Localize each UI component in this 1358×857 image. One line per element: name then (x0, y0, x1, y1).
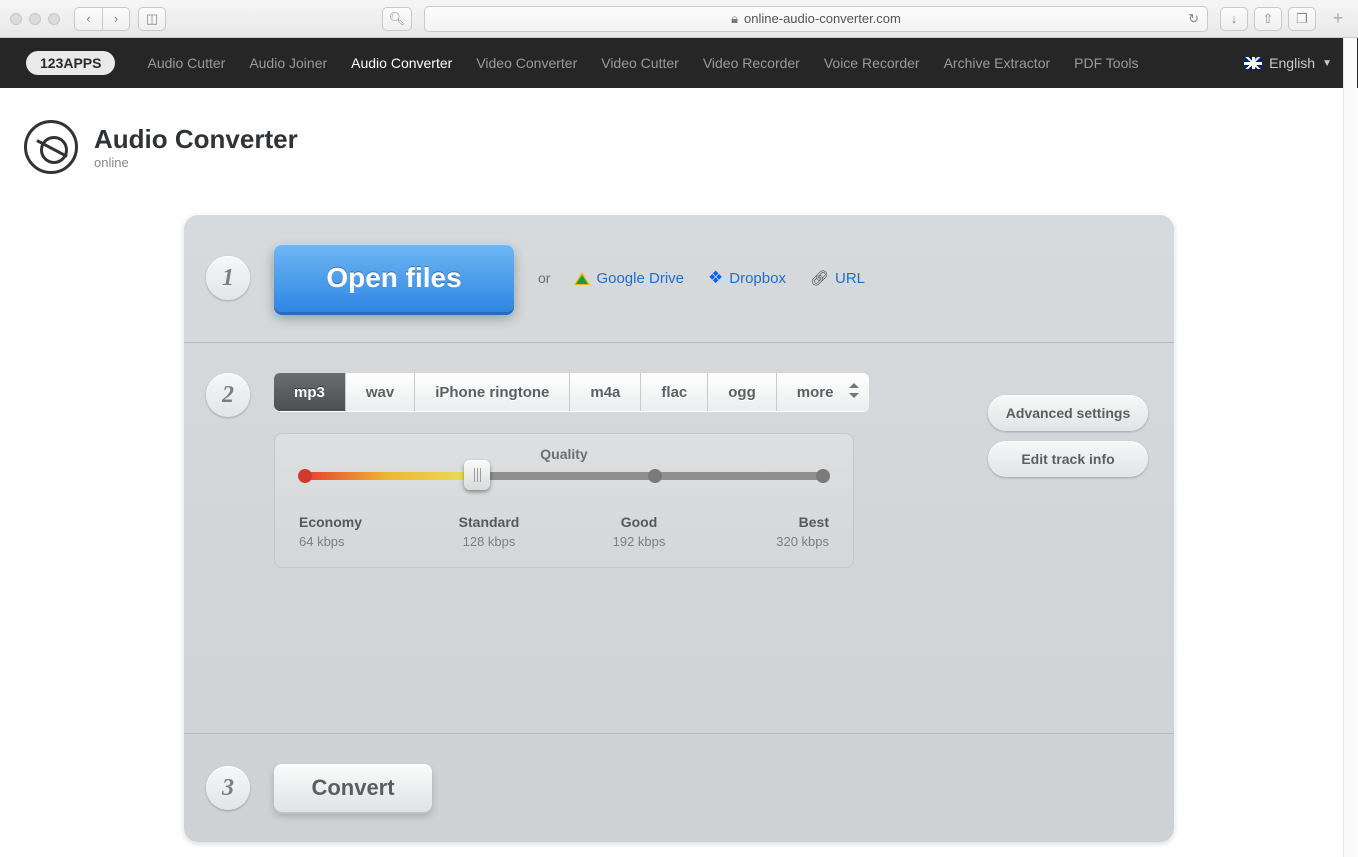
converter-panel: 1 Open files or Google Drive ❖ Dropbox 🔗… (184, 214, 1174, 842)
format-ogg[interactable]: ogg (708, 373, 777, 411)
url-link[interactable]: 🔗︎ URL (810, 269, 865, 287)
tick-best (816, 469, 830, 483)
url-label: URL (835, 270, 865, 287)
format-iphone-ringtone[interactable]: iPhone ringtone (415, 373, 570, 411)
dropbox-link[interactable]: ❖ Dropbox (708, 268, 786, 288)
nav-pdf-tools[interactable]: PDF Tools (1062, 55, 1150, 71)
dropbox-label: Dropbox (729, 270, 786, 287)
format-m4a[interactable]: m4a (570, 373, 641, 411)
app-logo-icon (24, 120, 78, 174)
reload-icon[interactable]: ↻ (1188, 11, 1199, 27)
url-text: online-audio-converter.com (744, 11, 901, 26)
q-sub-standard: 128 kbps (463, 534, 516, 549)
tick-economy (298, 469, 312, 483)
new-tab-button[interactable]: + (1328, 8, 1348, 29)
step-badge-1: 1 (206, 256, 250, 300)
forward-button[interactable]: › (102, 7, 130, 31)
search-button[interactable]: 🔍︎ (382, 7, 412, 31)
google-drive-link[interactable]: Google Drive (574, 270, 684, 287)
q-label-standard: Standard (459, 514, 520, 530)
convert-button[interactable]: Convert (274, 764, 432, 812)
format-flac[interactable]: flac (641, 373, 708, 411)
nav-archive-extractor[interactable]: Archive Extractor (932, 55, 1063, 71)
page-header: Audio Converter online (0, 88, 1358, 174)
traffic-lights (10, 13, 60, 25)
q-label-good: Good (621, 514, 658, 530)
slider-thumb[interactable] (464, 460, 490, 490)
quality-panel: Quality Economy64 kbps Standard128 kbps … (274, 433, 854, 568)
page-subtitle: online (94, 155, 298, 170)
step-2-row: 2 mp3 wav iPhone ringtone m4a flac ogg m… (184, 343, 1174, 733)
address-bar[interactable]: 🔒︎ online-audio-converter.com ↻ (424, 6, 1208, 32)
step-1-row: 1 Open files or Google Drive ❖ Dropbox 🔗… (184, 214, 1174, 342)
site-navbar: 123APPS Audio Cutter Audio Joiner Audio … (0, 38, 1358, 88)
google-drive-icon (574, 272, 590, 285)
nav-video-recorder[interactable]: Video Recorder (691, 55, 812, 71)
step-badge-3: 3 (206, 766, 250, 810)
quality-title: Quality (299, 446, 829, 462)
nav-audio-joiner[interactable]: Audio Joiner (237, 55, 339, 71)
language-label: English (1269, 55, 1315, 71)
sidebar-button[interactable]: ◫ (138, 7, 166, 31)
format-tabs: mp3 wav iPhone ringtone m4a flac ogg mor… (274, 373, 869, 411)
side-actions: Advanced settings Edit track info (988, 395, 1148, 477)
nav-back-forward: ‹ › (74, 7, 130, 31)
q-sub-economy: 64 kbps (299, 534, 345, 549)
nav-voice-recorder[interactable]: Voice Recorder (812, 55, 932, 71)
edit-track-info-button[interactable]: Edit track info (988, 441, 1148, 477)
link-icon: 🔗︎ (810, 269, 829, 287)
chevron-down-icon: ▼ (1322, 58, 1332, 69)
nav-video-cutter[interactable]: Video Cutter (589, 55, 691, 71)
format-more[interactable]: more (777, 373, 870, 411)
step-badge-2: 2 (206, 373, 250, 417)
language-selector[interactable]: English ▼ (1244, 55, 1332, 71)
flag-uk-icon (1244, 57, 1262, 69)
q-sub-best: 320 kbps (776, 534, 829, 549)
or-text: or (538, 270, 550, 286)
brand-pill[interactable]: 123APPS (26, 51, 115, 75)
tabs-button[interactable]: ❐ (1288, 7, 1316, 31)
q-sub-good: 192 kbps (613, 534, 666, 549)
format-wav[interactable]: wav (346, 373, 415, 411)
q-label-best: Best (799, 514, 829, 530)
dropbox-icon: ❖ (708, 268, 723, 288)
zoom-icon[interactable] (48, 13, 60, 25)
format-mp3[interactable]: mp3 (274, 373, 346, 411)
minimize-icon[interactable] (29, 13, 41, 25)
tick-good (648, 469, 662, 483)
q-label-economy: Economy (299, 514, 362, 530)
step-3-row: 3 Convert (184, 734, 1174, 842)
lock-icon: 🔒︎ (731, 11, 738, 27)
nav-audio-cutter[interactable]: Audio Cutter (135, 55, 237, 71)
quality-slider[interactable] (301, 472, 827, 480)
nav-video-converter[interactable]: Video Converter (464, 55, 589, 71)
downloads-button[interactable]: ↓ (1220, 7, 1248, 31)
scrollbar[interactable] (1343, 38, 1357, 857)
browser-toolbar: ‹ › ◫ 🔍︎ 🔒︎ online-audio-converter.com ↻… (0, 0, 1358, 38)
close-icon[interactable] (10, 13, 22, 25)
back-button[interactable]: ‹ (74, 7, 102, 31)
nav-audio-converter[interactable]: Audio Converter (339, 55, 464, 71)
open-files-button[interactable]: Open files (274, 244, 514, 312)
advanced-settings-button[interactable]: Advanced settings (988, 395, 1148, 431)
page-title: Audio Converter (94, 124, 298, 155)
google-drive-label: Google Drive (596, 270, 684, 287)
share-button[interactable]: ⇧ (1254, 7, 1282, 31)
quality-gradient (301, 472, 475, 480)
